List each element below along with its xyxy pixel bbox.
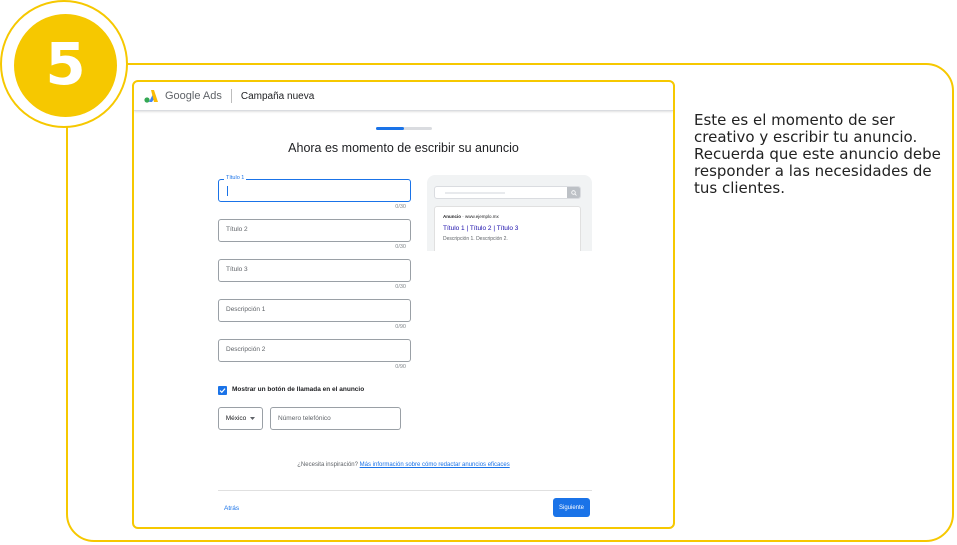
char-counter: 0/30 bbox=[395, 244, 406, 250]
char-counter: 0/90 bbox=[395, 324, 406, 330]
page-heading: Ahora es momento de escribir su anuncio bbox=[288, 141, 519, 155]
preview-title: Título 1 | Título 2 | Título 3 bbox=[443, 225, 519, 232]
field-label: Título 3 bbox=[226, 266, 248, 273]
checkmark-icon bbox=[219, 388, 226, 394]
campaign-title: Campaña nueva bbox=[240, 90, 315, 102]
preview-url: · www.ejemplo.mx bbox=[462, 214, 499, 219]
back-button[interactable]: Atrás bbox=[224, 505, 239, 512]
step-badge-circle: 5 bbox=[14, 14, 117, 117]
field-label: Título 2 bbox=[226, 226, 248, 233]
inspiration-question: ¿Necesita inspiración? bbox=[297, 462, 358, 468]
google-ads-window: Google Ads Campaña nueva Ahora es moment… bbox=[132, 80, 675, 529]
description-1-field[interactable]: Descripción 1 bbox=[218, 299, 411, 322]
progress-fill bbox=[376, 127, 404, 130]
inspiration-link[interactable]: Más información sobre cómo redactar anun… bbox=[360, 462, 510, 468]
char-counter: 0/90 bbox=[395, 364, 406, 370]
preview-ad-card: Anuncio · www.ejemplo.mx Título 1 | Títu… bbox=[434, 206, 581, 251]
ad-preview: Anuncio · www.ejemplo.mx Título 1 | Títu… bbox=[427, 175, 592, 251]
google-ads-logo-icon bbox=[144, 90, 158, 103]
step-number: 5 bbox=[45, 29, 86, 98]
call-button-label: Mostrar un botón de llamada en el anunci… bbox=[232, 386, 365, 393]
footer-divider bbox=[218, 490, 592, 491]
description-2-field[interactable]: Descripción 2 bbox=[218, 339, 411, 362]
search-icon bbox=[567, 187, 580, 198]
headline-1-field[interactable]: Título 1 bbox=[218, 175, 411, 202]
progress-bar bbox=[376, 127, 432, 130]
next-button[interactable]: Siguiente bbox=[553, 498, 590, 517]
field-label: Descripción 1 bbox=[226, 306, 266, 313]
char-counter: 0/30 bbox=[395, 204, 406, 210]
headline-3-field[interactable]: Título 3 bbox=[218, 259, 411, 282]
country-select-value: México bbox=[225, 415, 247, 422]
text-caret bbox=[227, 186, 228, 196]
call-button-checkbox[interactable] bbox=[218, 386, 227, 395]
preview-search-placeholder bbox=[445, 192, 505, 194]
step-description: Este es el momento de ser creativo y esc… bbox=[694, 111, 941, 197]
preview-search-box bbox=[434, 186, 581, 199]
phone-number-input[interactable]: Número telefónico bbox=[270, 407, 401, 430]
field-label: Título 1 bbox=[224, 175, 247, 181]
preview-ad-line: Anuncio · www.ejemplo.mx bbox=[443, 214, 499, 219]
headline-2-field[interactable]: Título 2 bbox=[218, 219, 411, 242]
inspiration-line: ¿Necesita inspiración? Más información s… bbox=[134, 462, 673, 468]
phone-placeholder: Número telefónico bbox=[278, 415, 331, 422]
brand-name: Google Ads bbox=[165, 90, 222, 102]
char-counter: 0/30 bbox=[395, 284, 406, 290]
top-bar: Google Ads Campaña nueva bbox=[134, 82, 673, 111]
chevron-down-icon bbox=[250, 417, 256, 420]
field-label: Descripción 2 bbox=[226, 346, 266, 353]
preview-ad-tag: Anuncio bbox=[443, 214, 461, 219]
preview-description: Descripción 1. Descripción 2. bbox=[443, 236, 508, 242]
header-divider bbox=[230, 89, 232, 103]
country-select[interactable]: México bbox=[218, 407, 263, 430]
step-badge: 5 bbox=[0, 0, 128, 128]
